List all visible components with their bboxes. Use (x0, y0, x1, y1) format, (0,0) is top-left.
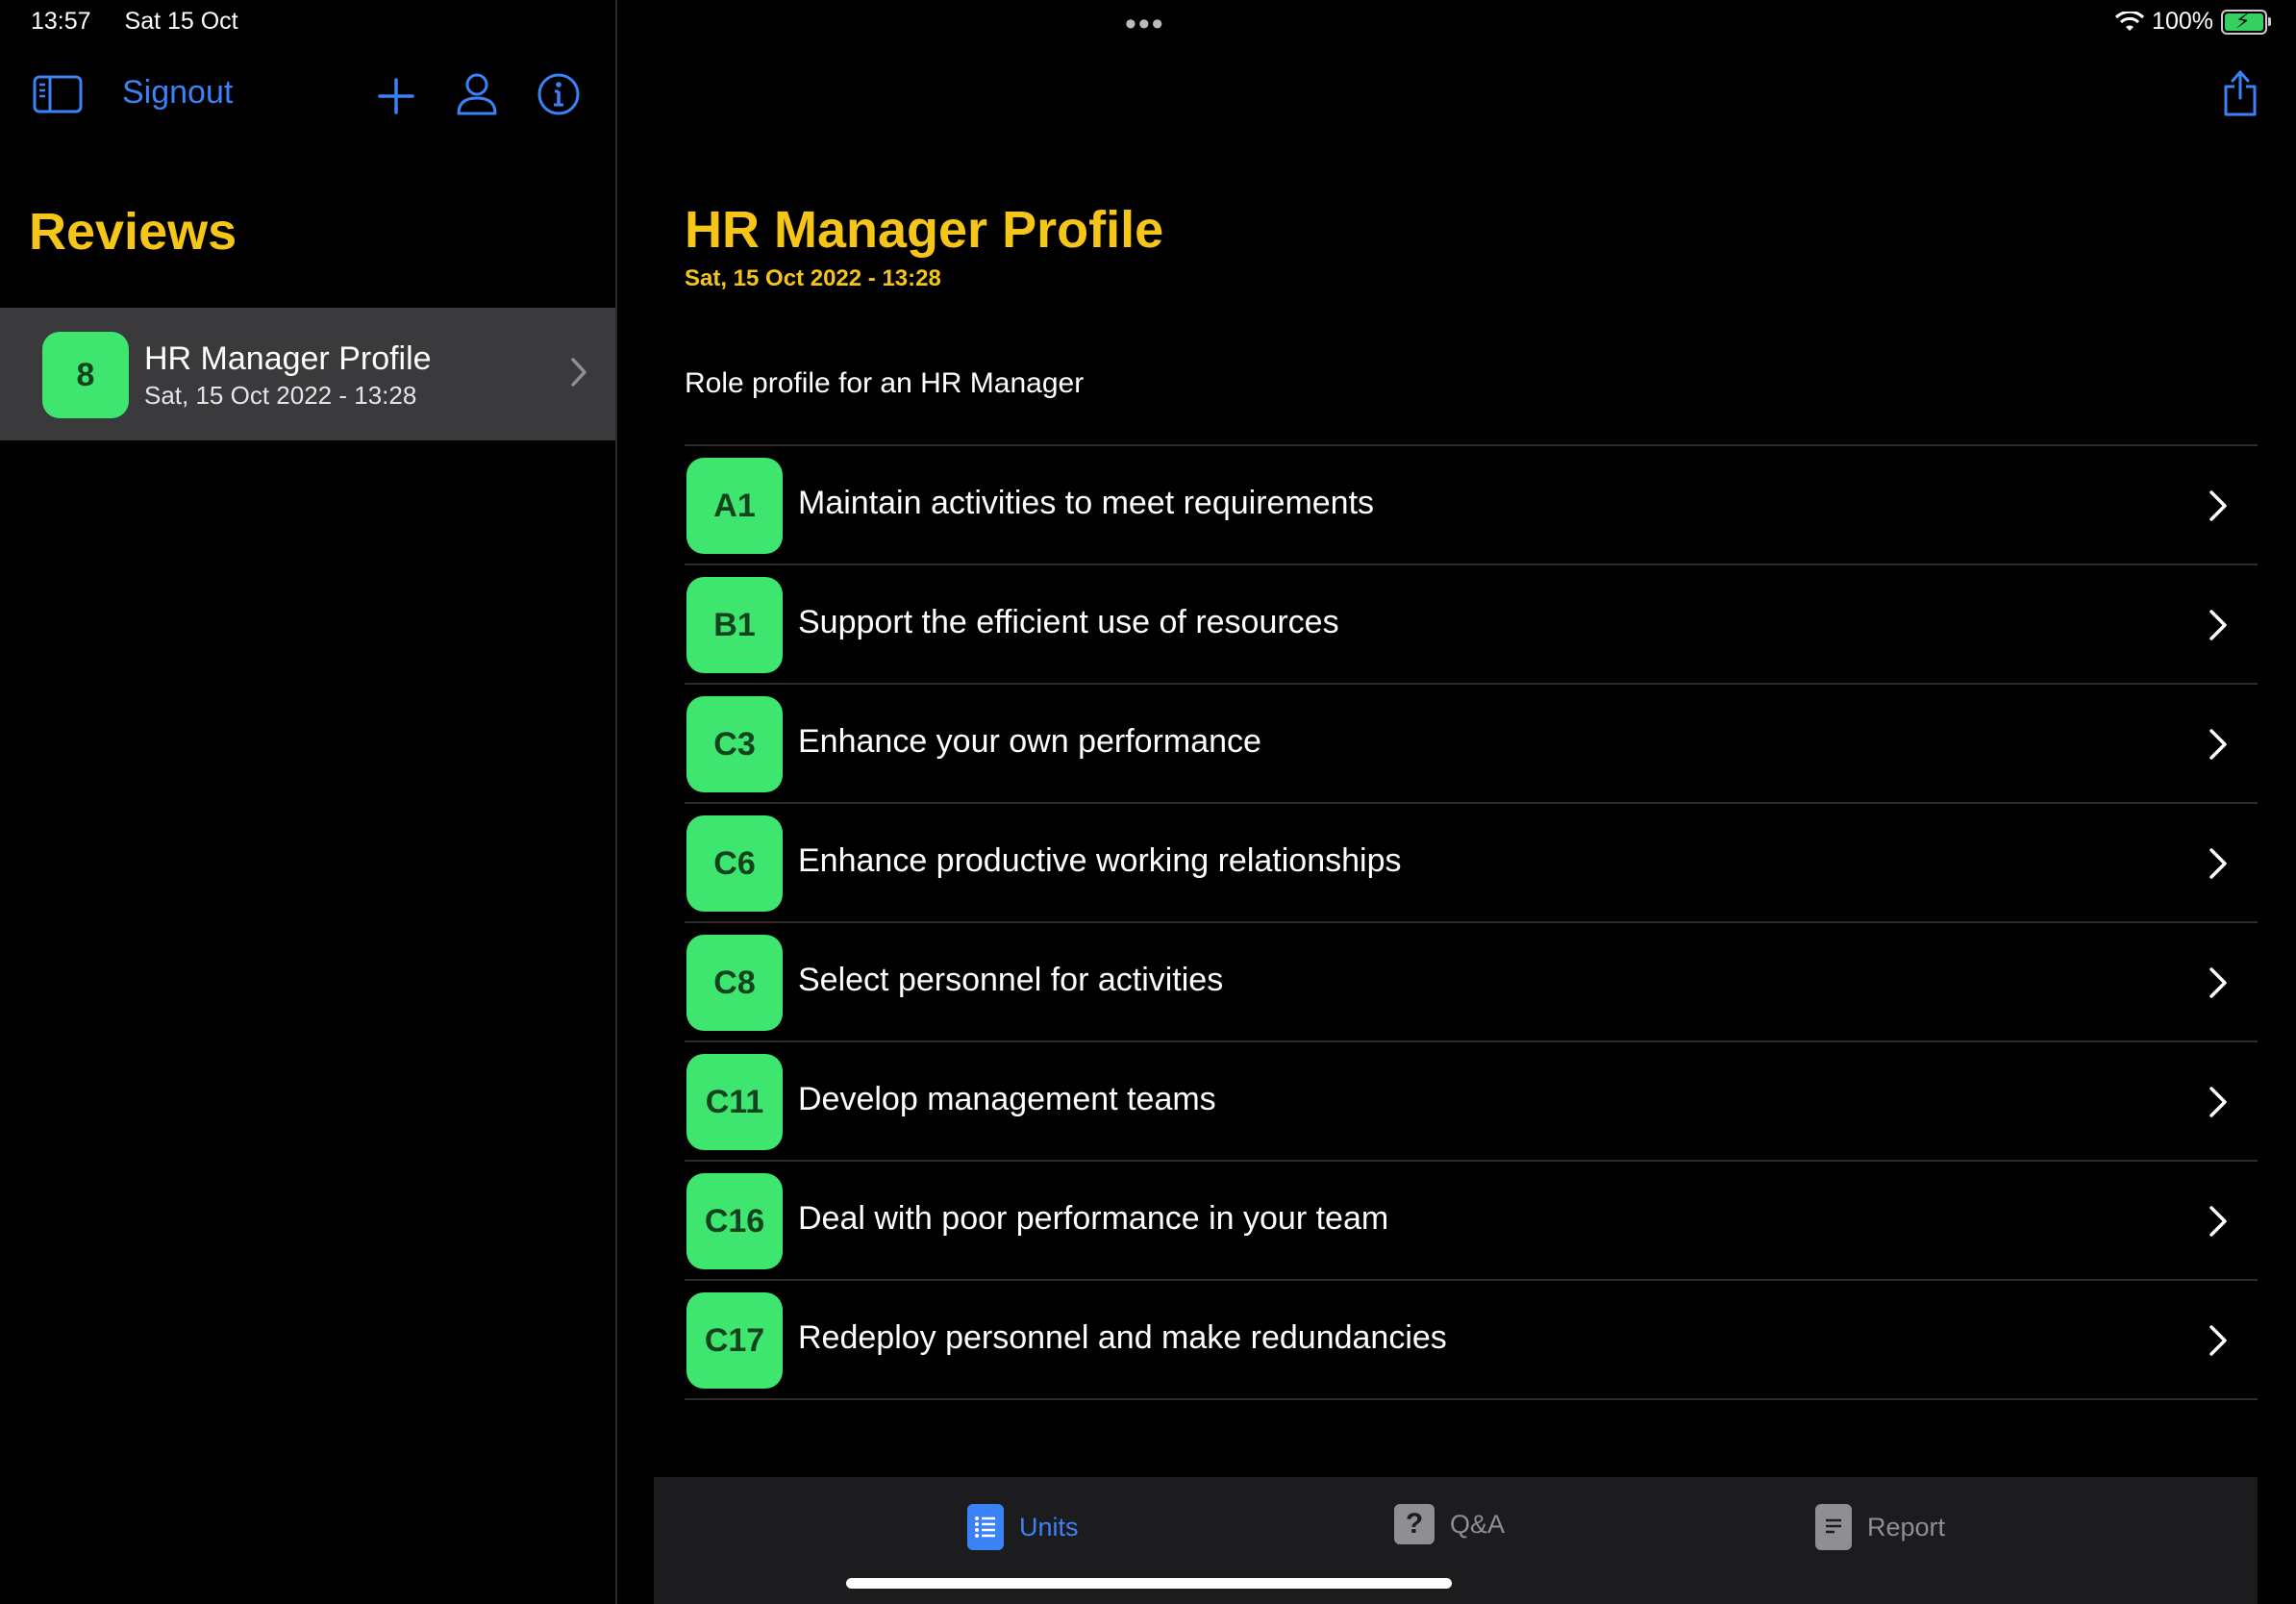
tab-qa-label: Q&A (1450, 1509, 1506, 1539)
unit-row-c6[interactable]: C6 Enhance productive working relationsh… (685, 804, 2258, 923)
chevron-right-icon (2209, 1087, 2227, 1117)
share-icon[interactable] (2221, 69, 2259, 117)
unit-badge: C17 (686, 1292, 783, 1389)
tab-qa[interactable]: ? Q&A (1394, 1504, 1505, 1544)
unit-row-a1[interactable]: A1 Maintain activities to meet requireme… (685, 446, 2258, 565)
review-badge: 8 (42, 332, 129, 418)
unit-badge: B1 (686, 577, 783, 673)
unit-label: Redeploy personnel and make redundancies (798, 1319, 1447, 1356)
chevron-right-icon (2209, 848, 2227, 879)
page-description: Role profile for an HR Manager (685, 367, 1085, 399)
unit-badge: C8 (686, 935, 783, 1031)
chevron-right-icon (2209, 490, 2227, 521)
chevron-right-icon (2209, 1325, 2227, 1356)
unit-row-b1[interactable]: B1 Support the efficient use of resource… (685, 565, 2258, 685)
review-row-hr-manager-profile[interactable]: 8 HR Manager Profile Sat, 15 Oct 2022 - … (0, 308, 615, 440)
tab-units-label: Units (1019, 1512, 1079, 1541)
sidebar-toolbar: Signout (33, 67, 586, 125)
page-title: HR Manager Profile (685, 201, 1164, 259)
chevron-right-icon (2209, 610, 2227, 640)
unit-row-c3[interactable]: C3 Enhance your own performance (685, 685, 2258, 804)
unit-row-c17[interactable]: C17 Redeploy personnel and make redundan… (685, 1281, 2258, 1400)
signout-button[interactable]: Signout (122, 74, 233, 112)
unit-label: Select personnel for activities (798, 962, 1224, 998)
unit-label: Maintain activities to meet requirements (798, 485, 1375, 521)
sidebar-toggle-icon[interactable] (33, 75, 83, 113)
chevron-right-icon (2209, 729, 2227, 760)
unit-row-c11[interactable]: C11 Develop management teams (685, 1042, 2258, 1162)
chevron-right-icon (571, 358, 586, 387)
chevron-right-icon (2209, 967, 2227, 998)
unit-badge: C3 (686, 696, 783, 792)
person-icon[interactable] (456, 72, 498, 116)
unit-badge: C16 (686, 1173, 783, 1269)
ipad-screen: 13:57 Sat 15 Oct ••• 100% ⚡ Signout Revi… (0, 0, 2296, 1604)
tab-report[interactable]: Report (1815, 1504, 1945, 1550)
document-icon (1815, 1504, 1852, 1550)
unit-label: Enhance productive working relationships (798, 842, 1402, 879)
page-date: Sat, 15 Oct 2022 - 13:28 (685, 265, 941, 291)
tab-report-label: Report (1867, 1512, 1946, 1541)
home-indicator[interactable] (846, 1578, 1452, 1589)
tab-units[interactable]: Units (967, 1504, 1079, 1550)
unit-badge: A1 (686, 458, 783, 554)
unit-label: Support the efficient use of resources (798, 604, 1339, 640)
plus-icon[interactable] (377, 77, 415, 115)
list-icon (967, 1504, 1004, 1550)
unit-badge: C6 (686, 815, 783, 912)
unit-badge: C11 (686, 1054, 783, 1150)
unit-label: Enhance your own performance (798, 723, 1261, 760)
reviews-heading: Reviews (29, 203, 237, 261)
unit-label: Develop management teams (798, 1081, 1216, 1117)
question-icon: ? (1394, 1504, 1435, 1544)
sidebar: Signout Reviews 8 HR Manager Profile Sat… (0, 0, 617, 1604)
review-date: Sat, 15 Oct 2022 - 13:28 (144, 381, 417, 410)
detail-pane: HR Manager Profile Sat, 15 Oct 2022 - 13… (617, 0, 2296, 1604)
review-title: HR Manager Profile (144, 340, 432, 377)
unit-row-c16[interactable]: C16 Deal with poor performance in your t… (685, 1162, 2258, 1281)
unit-label: Deal with poor performance in your team (798, 1200, 1389, 1237)
units-list: A1 Maintain activities to meet requireme… (685, 444, 2258, 1400)
info-icon[interactable] (537, 72, 581, 116)
unit-row-c8[interactable]: C8 Select personnel for activities (685, 923, 2258, 1042)
chevron-right-icon (2209, 1206, 2227, 1237)
